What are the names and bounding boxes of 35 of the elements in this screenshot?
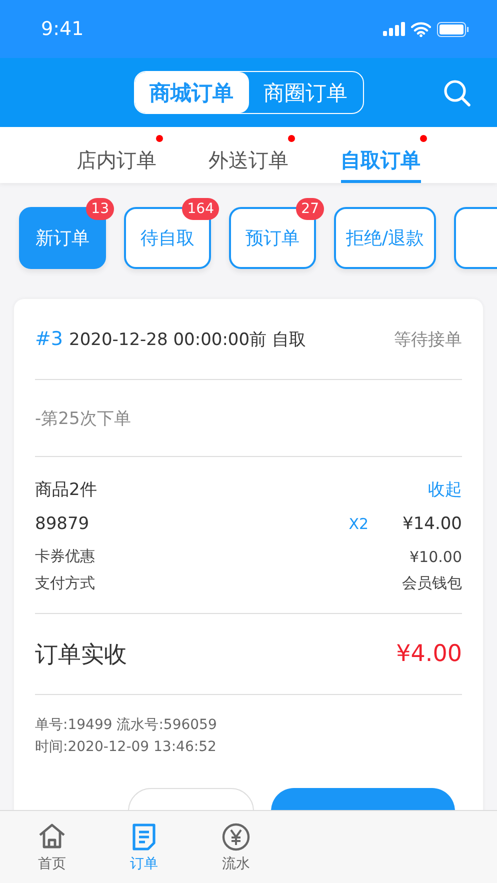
filter-chip[interactable]: 拒绝/退款 — [334, 207, 436, 269]
order-count-note: -第25次下单 — [35, 408, 131, 430]
order-type-tab[interactable]: 店内订单 — [76, 127, 156, 183]
order-number: #3 — [35, 328, 64, 350]
order-meta: 单号:19499 流水号:596059 — [35, 717, 217, 733]
search-icon[interactable] — [443, 79, 471, 107]
detail-label: 卡券优惠 — [35, 547, 95, 566]
nav-tab[interactable]: 流水 — [190, 811, 282, 883]
count-badge: 27 — [296, 198, 324, 220]
count-badge: 164 — [182, 198, 219, 220]
nav-tab[interactable]: 订单 — [98, 811, 190, 883]
order-meta: 时间:2020-12-09 13:46:52 — [35, 739, 216, 755]
yen-coin-icon — [221, 822, 251, 852]
detail-value: ¥10.00 — [410, 548, 462, 566]
items-summary: 商品2件 — [35, 478, 97, 500]
wifi-icon — [411, 22, 431, 36]
item-name: 89879 — [35, 514, 90, 534]
total-amount: ¥4.00 — [396, 641, 462, 667]
battery-icon — [437, 22, 469, 36]
order-type-tab[interactable]: 外送订单 — [208, 127, 288, 183]
segment-tab[interactable]: 商圈订单 — [248, 72, 362, 113]
signal-icon — [383, 22, 405, 36]
detail-value: 会员钱包 — [402, 574, 462, 593]
count-badge: 13 — [86, 198, 114, 220]
order-status: 等待接单 — [394, 328, 462, 350]
status-time: 9:41 — [41, 18, 85, 40]
item-quantity: X2 — [348, 515, 369, 533]
order-type-tab[interactable]: 自取订单 — [340, 127, 420, 183]
nav-tab[interactable]: 首页 — [6, 811, 98, 883]
total-label: 订单实收 — [35, 640, 127, 670]
item-price: ¥14.00 — [402, 514, 462, 534]
segment-tab[interactable]: 商城订单 — [134, 72, 248, 113]
detail-label: 支付方式 — [35, 574, 95, 593]
pickup-time: 2020-12-28 00:00:00前 自取 — [69, 328, 306, 350]
collapse-link[interactable]: 收起 — [428, 478, 462, 500]
